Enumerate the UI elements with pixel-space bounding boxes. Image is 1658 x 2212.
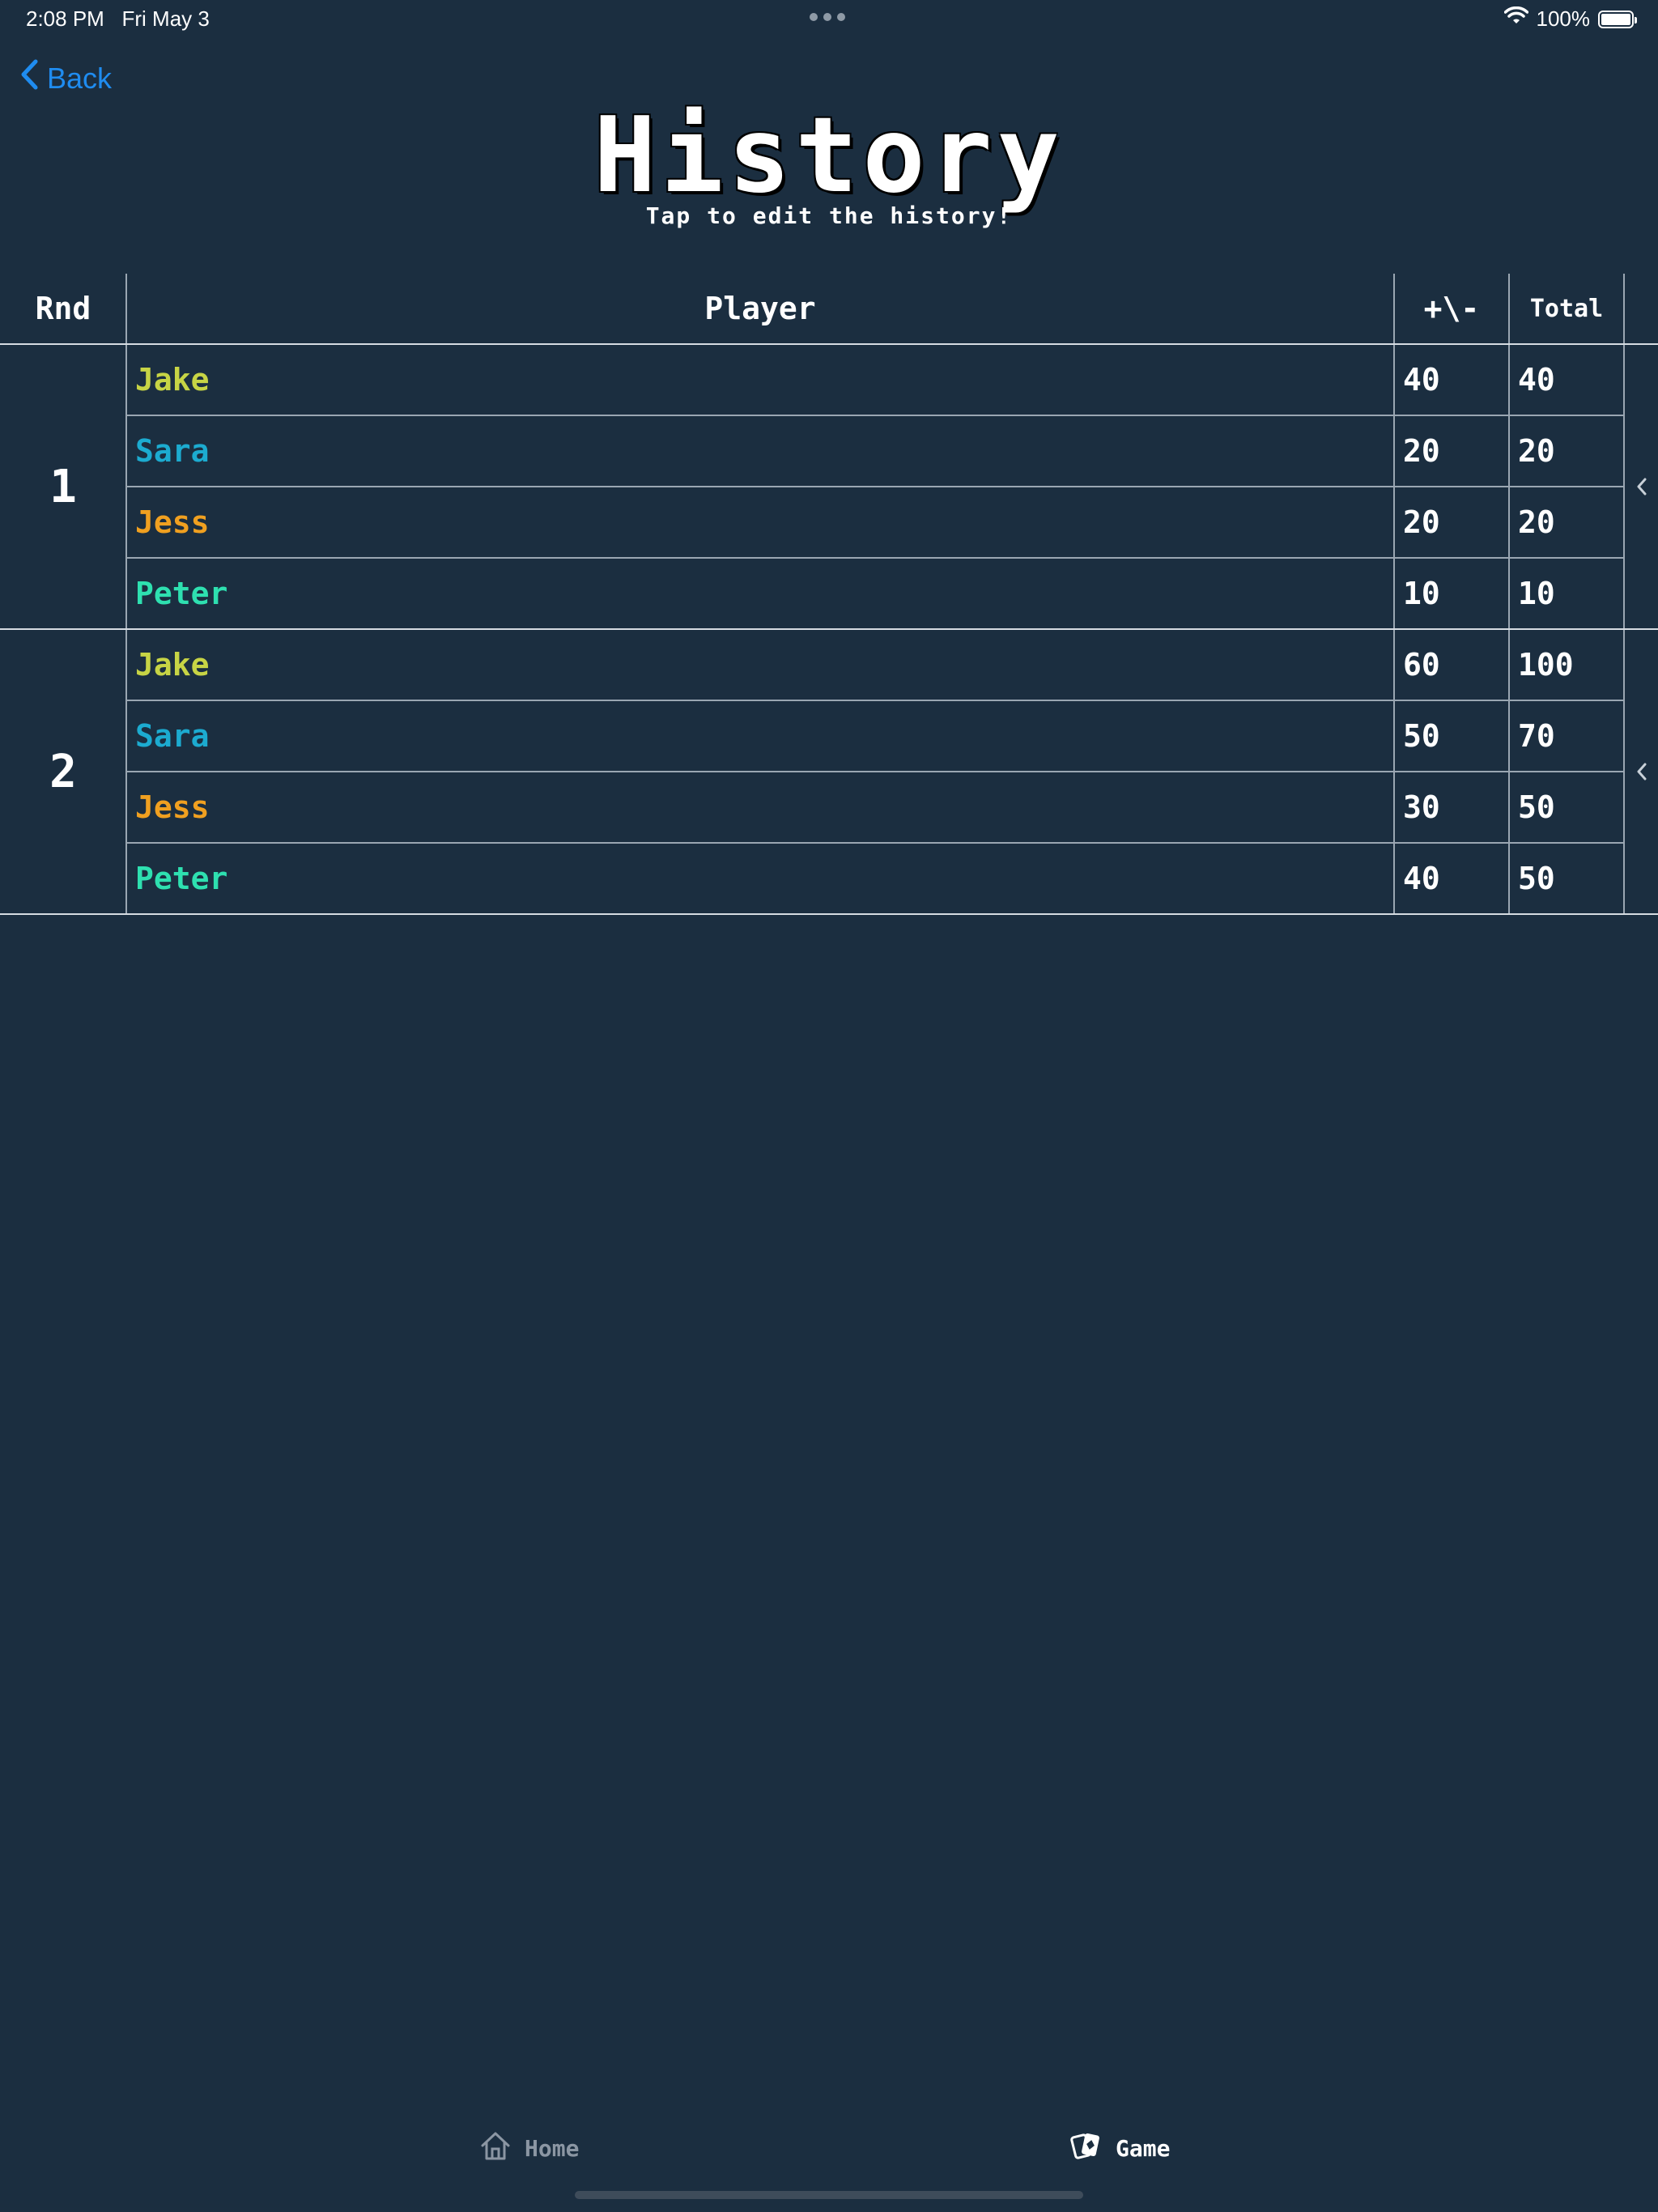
table-row[interactable]: Peter 10 10 — [127, 559, 1623, 628]
player-name: Sara — [135, 718, 210, 754]
player-name: Peter — [135, 861, 228, 896]
score-delta: 10 — [1403, 576, 1440, 611]
score-total: 100 — [1518, 647, 1574, 683]
home-indicator[interactable] — [575, 2191, 1083, 2199]
score-total: 20 — [1518, 433, 1555, 469]
score-total: 70 — [1518, 718, 1555, 754]
chevron-left-icon — [19, 58, 39, 98]
column-header-player: Player — [704, 291, 816, 326]
tab-home[interactable]: Home — [479, 2129, 579, 2167]
history-table: Rnd Player +\- Total 1 Jake 40 40 Sara 2… — [0, 274, 1658, 915]
swipe-chevron-left-icon[interactable] — [1626, 345, 1658, 628]
home-icon — [479, 2129, 512, 2167]
table-row[interactable]: Jess 20 20 — [127, 487, 1623, 559]
status-right: 100% — [1503, 6, 1637, 32]
player-name: Jess — [135, 504, 210, 540]
table-header: Rnd Player +\- Total — [0, 274, 1658, 345]
player-name: Jess — [135, 789, 210, 825]
back-label: Back — [47, 61, 113, 95]
back-button[interactable]: Back — [19, 58, 112, 98]
table-row[interactable]: Jess 30 50 — [127, 772, 1623, 844]
tab-game-label: Game — [1116, 2134, 1171, 2162]
score-delta: 20 — [1403, 504, 1440, 540]
table-row[interactable]: Sara 20 20 — [127, 416, 1623, 487]
score-delta: 20 — [1403, 433, 1440, 469]
page-title: History — [593, 96, 1065, 216]
column-header-round: Rnd — [35, 291, 91, 326]
status-time: 2:08 PM Fri May 3 — [26, 6, 210, 32]
round-number: 2 — [49, 745, 77, 798]
column-header-delta: +\- — [1423, 291, 1480, 326]
round-number: 1 — [49, 460, 77, 513]
score-total: 50 — [1518, 789, 1555, 825]
table-row[interactable]: Peter 40 50 — [127, 844, 1623, 913]
tab-game[interactable]: Game — [1070, 2129, 1170, 2167]
score-delta: 60 — [1403, 647, 1440, 683]
score-total: 10 — [1518, 576, 1555, 611]
column-header-total: Total — [1529, 294, 1604, 323]
score-delta: 30 — [1403, 789, 1440, 825]
score-delta: 50 — [1403, 718, 1440, 754]
swipe-chevron-left-icon[interactable] — [1626, 630, 1658, 913]
playing-cards-icon — [1070, 2129, 1103, 2167]
table-row[interactable]: Jake 40 40 — [127, 345, 1623, 416]
tab-home-label: Home — [525, 2134, 580, 2162]
battery-percent: 100% — [1536, 6, 1591, 31]
player-name: Sara — [135, 433, 210, 469]
status-date-text: Fri May 3 — [121, 6, 210, 31]
page-subtitle: Tap to edit the history! — [645, 202, 1013, 229]
battery-icon — [1598, 10, 1637, 28]
round-group[interactable]: 1 Jake 40 40 Sara 20 20 Jess 20 20 Peter… — [0, 345, 1658, 630]
table-row[interactable]: Sara 50 70 — [127, 701, 1623, 772]
wifi-icon — [1503, 6, 1528, 32]
table-row[interactable]: Jake 60 100 — [127, 630, 1623, 701]
score-total: 40 — [1518, 362, 1555, 398]
score-delta: 40 — [1403, 362, 1440, 398]
player-name: Jake — [135, 647, 210, 683]
player-name: Peter — [135, 576, 228, 611]
round-group[interactable]: 2 Jake 60 100 Sara 50 70 Jess 30 50 Pete… — [0, 630, 1658, 915]
score-total: 20 — [1518, 504, 1555, 540]
score-delta: 40 — [1403, 861, 1440, 896]
status-time-text: 2:08 PM — [26, 6, 104, 31]
score-total: 50 — [1518, 861, 1555, 896]
player-name: Jake — [135, 362, 210, 398]
multitasking-dots-icon[interactable] — [810, 13, 845, 21]
